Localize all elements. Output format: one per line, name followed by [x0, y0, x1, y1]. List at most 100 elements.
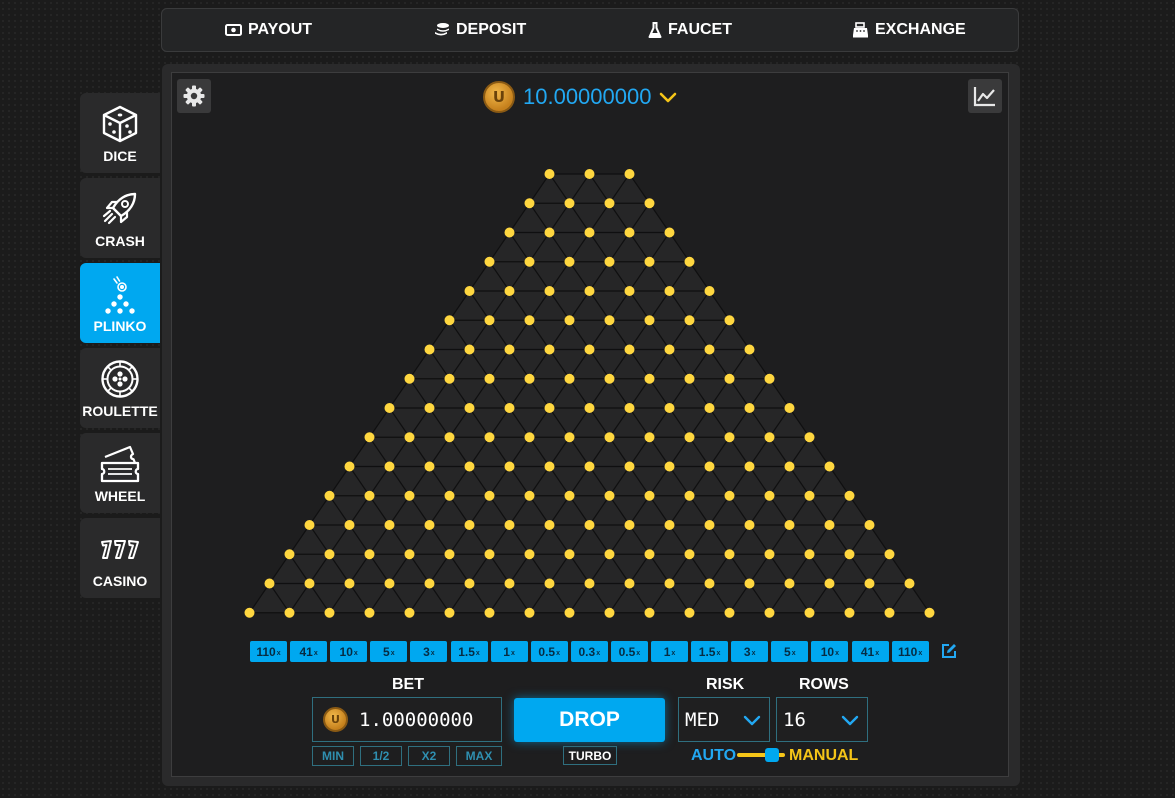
sidebar-item-label: PLINKO — [93, 318, 147, 334]
multiplier-suffix: x — [510, 650, 515, 657]
multiplier-suffix: x — [716, 650, 721, 657]
coin-icon: U — [323, 707, 348, 732]
sidebar-item-crash[interactable]: CRASH — [80, 178, 160, 258]
bet-label: BET — [392, 676, 424, 693]
multiplier-suffix: x — [353, 650, 358, 657]
sidebar-item-dice[interactable]: DICE — [80, 93, 160, 173]
risk-value: MED — [685, 708, 720, 731]
payout-link[interactable]: PAYOUT — [225, 9, 312, 51]
bet-min-button[interactable]: MIN — [312, 746, 354, 766]
multiplier-bucket: 5x — [370, 641, 408, 662]
faucet-link[interactable]: FAUCET — [648, 9, 732, 51]
multiplier-value: 5 — [784, 644, 791, 659]
coins-icon — [435, 23, 449, 36]
sidebar-item-label: DICE — [103, 148, 137, 164]
bet-double-button[interactable]: X2 — [408, 746, 450, 766]
bet-amount-input[interactable]: U 1.00000000 — [312, 697, 502, 742]
flask-icon — [648, 21, 662, 38]
bet-max-button[interactable]: MAX — [456, 746, 502, 766]
multiplier-value: 10 — [339, 644, 353, 659]
ticket-icon — [98, 442, 142, 486]
multiplier-bucket: 0.5 x — [610, 641, 648, 662]
multiplier-suffix: x — [556, 650, 560, 657]
multiplier-bucket: 1x — [651, 641, 688, 662]
multiplier-value: 1.5 — [698, 644, 716, 659]
exchange-label: EXCHANGE — [875, 21, 966, 38]
multiplier-value: 0.3 — [578, 644, 596, 659]
edit-multipliers-button[interactable] — [941, 643, 957, 664]
multiplier-bucket: 41 x — [290, 641, 328, 662]
rows-value: 16 — [783, 708, 806, 731]
multiplier-bucket: 1x — [490, 641, 528, 662]
chevron-down-icon — [660, 92, 677, 103]
deposit-link[interactable]: DEPOSIT — [434, 9, 526, 51]
sidebar-item-label: CASINO — [92, 573, 148, 589]
multiplier-value: 1 — [663, 644, 671, 659]
plinko-icon — [98, 272, 142, 316]
multiplier-value: 0.5 — [538, 644, 556, 659]
chevron-down-icon — [743, 715, 761, 725]
settings-button[interactable] — [177, 79, 211, 113]
sidebar-item-wheel[interactable]: WHEEL — [80, 433, 160, 513]
mode-toggle-knob — [765, 748, 779, 762]
multiplier-suffix: x — [276, 650, 281, 657]
multiplier-bucket: 0.3 x — [570, 641, 608, 662]
rocket-icon — [98, 187, 142, 231]
sidebar-item-roulette[interactable]: ROULETTE — [80, 348, 160, 428]
multiplier-suffix: x — [875, 650, 880, 657]
multiplier-bucket: 10 x — [811, 641, 849, 662]
deposit-label: DEPOSIT — [456, 21, 527, 38]
multiplier-suffix: x — [791, 650, 796, 657]
chevron-down-icon — [841, 715, 859, 725]
multiplier-bucket: 10 x — [330, 641, 368, 662]
multiplier-bucket: 0.5 x — [530, 641, 568, 662]
balance-amount: 10.00000000 — [523, 84, 652, 109]
multiplier-bucket: 5x — [771, 641, 809, 662]
multiplier-value: 41 — [860, 644, 875, 659]
dice-icon — [98, 102, 142, 146]
multiplier-value: 10 — [820, 644, 835, 659]
multiplier-value: 5 — [383, 644, 390, 659]
sidebar-item-plinko[interactable]: PLINKO — [80, 263, 160, 343]
multiplier-bucket: 41 x — [851, 641, 889, 662]
line-chart-icon — [973, 87, 995, 107]
multiplier-bucket: 1.5 x — [691, 641, 729, 662]
risk-select[interactable]: MED — [678, 697, 770, 742]
money-icon — [225, 24, 242, 36]
bet-half-button[interactable]: 1/2 — [360, 746, 402, 766]
multiplier-value: 1 — [503, 644, 510, 659]
gear-icon — [183, 85, 205, 107]
turbo-button[interactable]: TURBO — [563, 746, 617, 765]
top-navigation: PAYOUT DEPOSIT FAUCET EXCHANGE — [161, 8, 1019, 52]
multiplier-suffix: x — [475, 650, 480, 657]
multiplier-bucket: 110 x — [250, 641, 287, 662]
multiplier-suffix: x — [596, 650, 601, 657]
drop-button[interactable]: DROP — [514, 698, 665, 742]
rows-select[interactable]: 16 — [776, 697, 868, 742]
balance-selector[interactable]: U 10.00000000 — [483, 81, 677, 113]
multiplier-value: 41 — [299, 644, 313, 659]
sidebar-item-label: CRASH — [95, 233, 145, 249]
sidebar-item-label: WHEEL — [94, 488, 146, 504]
multiplier-value: 3 — [743, 644, 751, 659]
multiplier-bucket: 110 x — [891, 641, 929, 662]
multiplier-suffix: x — [636, 650, 641, 657]
multiplier-value: 3 — [423, 644, 430, 659]
multiplier-value: 1.5 — [458, 644, 475, 659]
cash-register-icon — [853, 22, 868, 38]
auto-mode-label[interactable]: AUTO — [691, 747, 736, 765]
exchange-link[interactable]: EXCHANGE — [852, 9, 966, 51]
stats-chart-button[interactable] — [968, 79, 1002, 113]
faucet-label: FAUCET — [668, 21, 732, 38]
payout-label: PAYOUT — [248, 21, 313, 38]
slots-777-icon — [98, 527, 142, 571]
roulette-icon — [98, 357, 142, 401]
risk-label: RISK — [706, 676, 745, 693]
sidebar-item-casino[interactable]: CASINO — [80, 518, 160, 598]
manual-mode-label[interactable]: MANUAL — [789, 747, 858, 765]
multiplier-value: 110 — [897, 644, 918, 659]
multiplier-suffix: x — [918, 650, 923, 657]
multiplier-value: 110 — [256, 644, 276, 659]
mode-toggle[interactable] — [737, 748, 785, 762]
sidebar-item-label: ROULETTE — [82, 403, 158, 419]
